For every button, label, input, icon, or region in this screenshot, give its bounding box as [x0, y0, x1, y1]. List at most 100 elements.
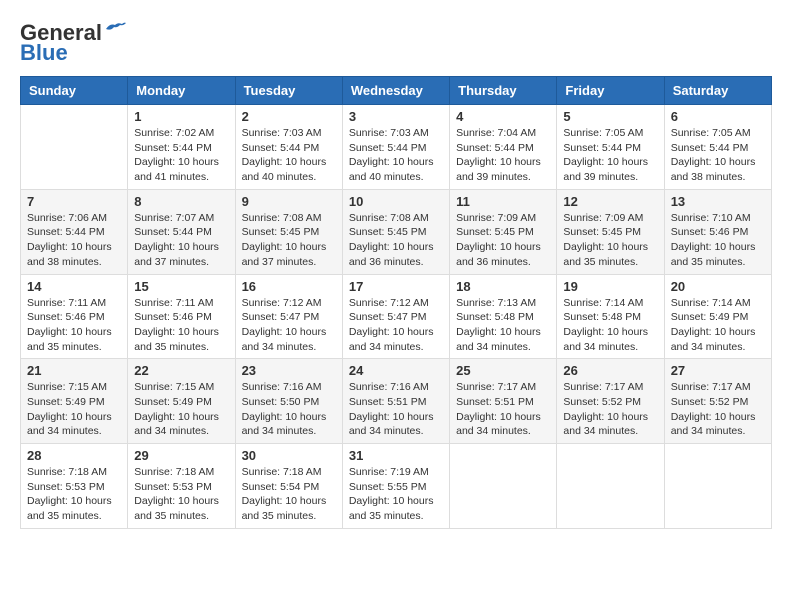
calendar-week-row: 28 Sunrise: 7:18 AMSunset: 5:53 PMDayligh… — [21, 444, 772, 529]
day-number: 23 — [242, 363, 336, 378]
calendar-cell: 10Sunrise: 7:08 AMSunset: 5:45 PMDayligh… — [342, 189, 449, 274]
calendar-cell: 27 Sunrise: 7:17 AMSunset: 5:52 PMDayligh… — [664, 359, 771, 444]
logo: General Blue — [20, 20, 126, 66]
column-header-monday: Monday — [128, 77, 235, 105]
calendar-cell — [557, 444, 664, 529]
day-number: 29 — [134, 448, 228, 463]
calendar-cell: 4 Sunrise: 7:04 AMSunset: 5:44 PMDaylight… — [450, 105, 557, 190]
calendar-cell: 22 Sunrise: 7:15 AMSunset: 5:49 PMDayligh… — [128, 359, 235, 444]
day-number: 30 — [242, 448, 336, 463]
calendar-week-row: 21 Sunrise: 7:15 AMSunset: 5:49 PMDayligh… — [21, 359, 772, 444]
day-number: 27 — [671, 363, 765, 378]
day-number: 28 — [27, 448, 121, 463]
day-number: 17 — [349, 279, 443, 294]
calendar-cell: 29 Sunrise: 7:18 AMSunset: 5:53 PMDayligh… — [128, 444, 235, 529]
day-number: 15 — [134, 279, 228, 294]
calendar-cell: 23Sunrise: 7:16 AMSunset: 5:50 PMDayligh… — [235, 359, 342, 444]
calendar-cell: 8 Sunrise: 7:07 AMSunset: 5:44 PMDaylight… — [128, 189, 235, 274]
calendar-cell: 6 Sunrise: 7:05 AMSunset: 5:44 PMDaylight… — [664, 105, 771, 190]
day-info: Sunrise: 7:18 AMSunset: 5:54 PMDaylight:… — [242, 465, 336, 524]
day-info: Sunrise: 7:03 AMSunset: 5:44 PMDaylight:… — [349, 126, 443, 185]
calendar-cell — [21, 105, 128, 190]
day-info: Sunrise: 7:09 AMSunset: 5:45 PMDaylight:… — [563, 211, 657, 270]
day-number: 26 — [563, 363, 657, 378]
day-number: 4 — [456, 109, 550, 124]
day-info: Sunrise: 7:17 AMSunset: 5:52 PMDaylight:… — [671, 380, 765, 439]
day-number: 1 — [134, 109, 228, 124]
calendar-week-row: 7 Sunrise: 7:06 AMSunset: 5:44 PMDaylight… — [21, 189, 772, 274]
day-number: 3 — [349, 109, 443, 124]
day-info: Sunrise: 7:07 AMSunset: 5:44 PMDaylight:… — [134, 211, 228, 270]
day-info: Sunrise: 7:19 AMSunset: 5:55 PMDaylight:… — [349, 465, 443, 524]
calendar-cell — [450, 444, 557, 529]
calendar-cell: 25Sunrise: 7:17 AMSunset: 5:51 PMDayligh… — [450, 359, 557, 444]
calendar-cell: 15 Sunrise: 7:11 AMSunset: 5:46 PMDayligh… — [128, 274, 235, 359]
calendar-cell: 31Sunrise: 7:19 AMSunset: 5:55 PMDayligh… — [342, 444, 449, 529]
calendar-cell: 26 Sunrise: 7:17 AMSunset: 5:52 PMDayligh… — [557, 359, 664, 444]
day-info: Sunrise: 7:05 AMSunset: 5:44 PMDaylight:… — [563, 126, 657, 185]
column-header-thursday: Thursday — [450, 77, 557, 105]
day-info: Sunrise: 7:16 AMSunset: 5:51 PMDaylight:… — [349, 380, 443, 439]
day-info: Sunrise: 7:13 AMSunset: 5:48 PMDaylight:… — [456, 296, 550, 355]
column-header-tuesday: Tuesday — [235, 77, 342, 105]
day-number: 7 — [27, 194, 121, 209]
calendar-cell: 7 Sunrise: 7:06 AMSunset: 5:44 PMDaylight… — [21, 189, 128, 274]
day-info: Sunrise: 7:17 AMSunset: 5:52 PMDaylight:… — [563, 380, 657, 439]
day-number: 18 — [456, 279, 550, 294]
day-number: 8 — [134, 194, 228, 209]
column-header-wednesday: Wednesday — [342, 77, 449, 105]
calendar-week-row: 1 Sunrise: 7:02 AMSunset: 5:44 PMDaylight… — [21, 105, 772, 190]
day-number: 22 — [134, 363, 228, 378]
calendar-cell: 17 Sunrise: 7:12 AMSunset: 5:47 PMDayligh… — [342, 274, 449, 359]
day-info: Sunrise: 7:08 AMSunset: 5:45 PMDaylight:… — [242, 211, 336, 270]
calendar-table: SundayMondayTuesdayWednesdayThursdayFrid… — [20, 76, 772, 529]
day-number: 21 — [27, 363, 121, 378]
calendar-cell: 12 Sunrise: 7:09 AMSunset: 5:45 PMDayligh… — [557, 189, 664, 274]
day-number: 5 — [563, 109, 657, 124]
day-info: Sunrise: 7:12 AMSunset: 5:47 PMDaylight:… — [242, 296, 336, 355]
calendar-cell: 9Sunrise: 7:08 AMSunset: 5:45 PMDaylight… — [235, 189, 342, 274]
calendar-cell — [664, 444, 771, 529]
day-info: Sunrise: 7:09 AMSunset: 5:45 PMDaylight:… — [456, 211, 550, 270]
day-info: Sunrise: 7:14 AMSunset: 5:49 PMDaylight:… — [671, 296, 765, 355]
day-number: 19 — [563, 279, 657, 294]
calendar-header-row: SundayMondayTuesdayWednesdayThursdayFrid… — [21, 77, 772, 105]
day-number: 24 — [349, 363, 443, 378]
day-number: 16 — [242, 279, 336, 294]
calendar-cell: 5 Sunrise: 7:05 AMSunset: 5:44 PMDaylight… — [557, 105, 664, 190]
calendar-cell: 28 Sunrise: 7:18 AMSunset: 5:53 PMDayligh… — [21, 444, 128, 529]
calendar-cell: 24 Sunrise: 7:16 AMSunset: 5:51 PMDayligh… — [342, 359, 449, 444]
calendar-cell: 11 Sunrise: 7:09 AMSunset: 5:45 PMDayligh… — [450, 189, 557, 274]
calendar-week-row: 14 Sunrise: 7:11 AMSunset: 5:46 PMDayligh… — [21, 274, 772, 359]
logo-blue: Blue — [20, 40, 68, 66]
page-header: General Blue — [20, 20, 772, 66]
day-number: 11 — [456, 194, 550, 209]
calendar-cell: 14Sunrise: 7:11 AMSunset: 5:46 PMDayligh… — [21, 274, 128, 359]
column-header-friday: Friday — [557, 77, 664, 105]
day-info: Sunrise: 7:17 AMSunset: 5:51 PMDaylight:… — [456, 380, 550, 439]
day-info: Sunrise: 7:06 AMSunset: 5:44 PMDaylight:… — [27, 211, 121, 270]
calendar-cell: 30 Sunrise: 7:18 AMSunset: 5:54 PMDayligh… — [235, 444, 342, 529]
day-info: Sunrise: 7:05 AMSunset: 5:44 PMDaylight:… — [671, 126, 765, 185]
day-info: Sunrise: 7:18 AMSunset: 5:53 PMDaylight:… — [134, 465, 228, 524]
calendar-cell: 16 Sunrise: 7:12 AMSunset: 5:47 PMDayligh… — [235, 274, 342, 359]
day-number: 12 — [563, 194, 657, 209]
day-info: Sunrise: 7:15 AMSunset: 5:49 PMDaylight:… — [134, 380, 228, 439]
day-number: 20 — [671, 279, 765, 294]
day-number: 14 — [27, 279, 121, 294]
day-number: 6 — [671, 109, 765, 124]
day-info: Sunrise: 7:02 AMSunset: 5:44 PMDaylight:… — [134, 126, 228, 185]
column-header-sunday: Sunday — [21, 77, 128, 105]
day-info: Sunrise: 7:12 AMSunset: 5:47 PMDaylight:… — [349, 296, 443, 355]
day-info: Sunrise: 7:04 AMSunset: 5:44 PMDaylight:… — [456, 126, 550, 185]
day-info: Sunrise: 7:14 AMSunset: 5:48 PMDaylight:… — [563, 296, 657, 355]
day-info: Sunrise: 7:18 AMSunset: 5:53 PMDaylight:… — [27, 465, 121, 524]
day-info: Sunrise: 7:10 AMSunset: 5:46 PMDaylight:… — [671, 211, 765, 270]
column-header-saturday: Saturday — [664, 77, 771, 105]
calendar-cell: 1 Sunrise: 7:02 AMSunset: 5:44 PMDaylight… — [128, 105, 235, 190]
calendar-cell: 20 Sunrise: 7:14 AMSunset: 5:49 PMDayligh… — [664, 274, 771, 359]
calendar-cell: 13Sunrise: 7:10 AMSunset: 5:46 PMDayligh… — [664, 189, 771, 274]
calendar-cell: 21 Sunrise: 7:15 AMSunset: 5:49 PMDayligh… — [21, 359, 128, 444]
day-info: Sunrise: 7:15 AMSunset: 5:49 PMDaylight:… — [27, 380, 121, 439]
day-info: Sunrise: 7:11 AMSunset: 5:46 PMDaylight:… — [134, 296, 228, 355]
